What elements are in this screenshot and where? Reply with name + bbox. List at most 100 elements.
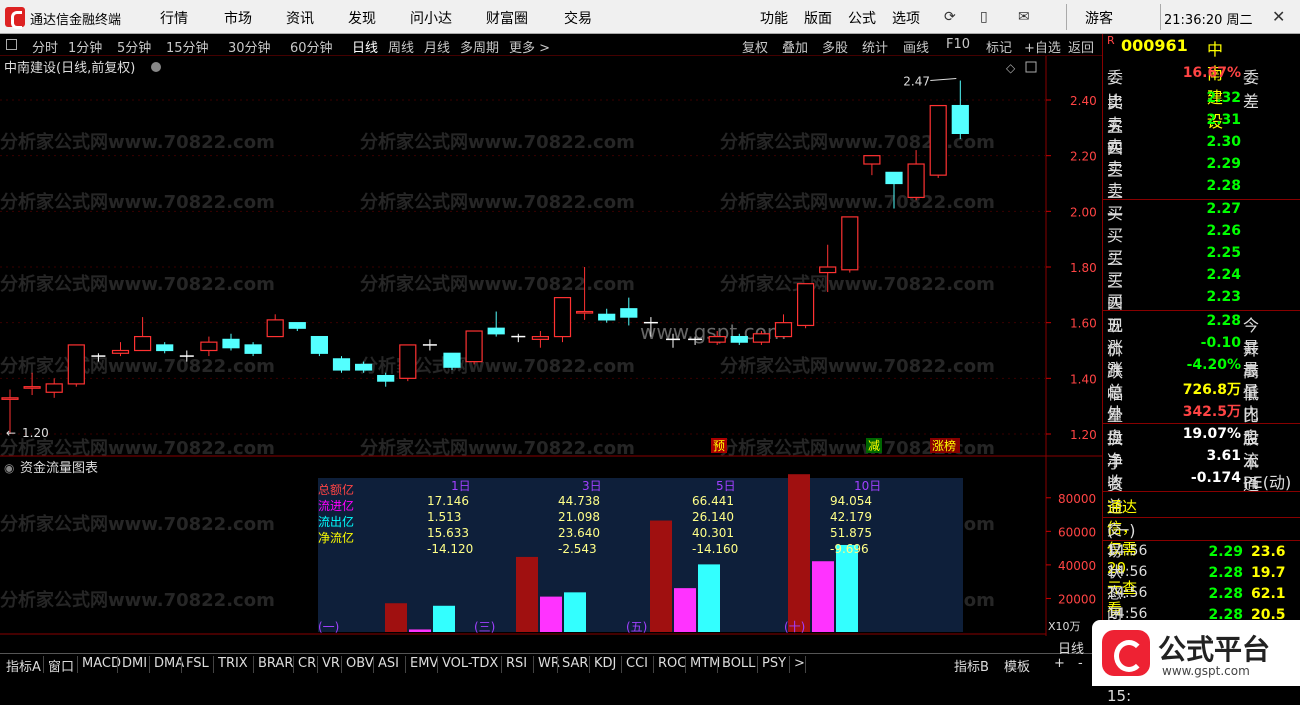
indicator-tab-13[interactable]: VOL-TDX [442,656,498,671]
fund-group-1: (三) [474,620,495,634]
menu-quotes[interactable]: 行情 [160,8,188,28]
period-toolbar: 分时 1分钟 5分钟 15分钟 30分钟 60分钟 日线 周线 月线 多周期 更多 > 复权 叠加 多股… [0,34,1102,56]
indicator-tab-0[interactable]: 指标A [6,656,41,675]
period-6[interactable]: 日线 [352,37,378,56]
period-4[interactable]: 30分钟 [228,37,271,56]
fund-bar-2-2 [698,564,720,632]
toolbar-6[interactable]: 标记 [986,37,1012,56]
fund-bar-1-1 [540,596,562,632]
indicator-tab-17[interactable]: KDJ [594,656,616,671]
indicator-tab-16[interactable]: SAR [562,656,588,671]
phone-icon[interactable]: ▯ [980,9,988,25]
watermark-1-0: 分析家公式网www.70822.com [0,191,275,213]
indicator-tab-21[interactable]: BOLL [722,656,755,671]
indicator-tab-4[interactable]: DMA [154,656,184,671]
indicator-tab-2[interactable]: MACD [82,656,121,671]
event-badge-1: 减 [868,439,880,453]
menu-market[interactable]: 市场 [224,8,252,28]
fund-row-label-0: 总额亿 [318,482,354,497]
bottom-right-0[interactable]: 指标B [954,656,989,675]
watermark-3-2: 分析家公式网www.70822.com [720,355,995,377]
tab-separator [405,656,406,673]
fund-val-2-1: 26.140 [692,510,734,524]
watermark-5-0: 分析家公式网www.70822.com [0,513,275,535]
indicator-tab-3[interactable]: DMI [122,656,147,671]
side-period-label[interactable]: 日线 [1058,638,1084,657]
indicator-tab-19[interactable]: ROC [658,656,686,671]
indicator-tab-9[interactable]: VR [322,656,340,671]
candle-body-18 [399,344,417,379]
fund-period-3: 10日 [854,479,881,493]
indicator-tab-10[interactable]: OBV [346,656,374,671]
fund-bar-3-2 [836,544,858,632]
candle-body-11 [244,344,262,354]
indicator-tab-12[interactable]: EMV [410,656,438,671]
toolbar-0[interactable]: 复权 [742,37,768,56]
divider [1103,423,1300,424]
period-7[interactable]: 周线 [388,37,414,56]
gspt-watermark-badge: 公式平台 www.gspt.com [1092,620,1300,686]
candle-body-34 [752,333,771,343]
candle-body-37 [819,266,837,274]
gspt-url: www.gspt.com [1162,664,1250,678]
period-3[interactable]: 15分钟 [166,37,209,56]
menu-formula[interactable]: 公式 [848,8,876,28]
period-0[interactable]: 分时 [32,37,58,56]
indicator-tab-11[interactable]: ASI [378,656,399,671]
close-icon[interactable]: ✕ [1272,7,1285,26]
period-5[interactable]: 60分钟 [290,37,333,56]
bottom-right-1[interactable]: 模板 [1004,656,1030,675]
fund-group-2: (五) [626,620,647,634]
fund-bar-0-2 [433,605,455,632]
toolbar-2[interactable]: 多股 [822,37,848,56]
divider [1103,199,1300,200]
indicator-tab-7[interactable]: BRAR [258,656,293,671]
menu-news[interactable]: 资讯 [286,8,314,28]
gspt-title: 公式平台 [1158,633,1271,666]
toolbar-7[interactable]: +自选 [1024,37,1061,56]
toolbar-4[interactable]: 画线 [903,37,929,56]
price-tick-label-4: 1.60 [1070,317,1097,331]
fund-bar-2-1 [674,588,696,632]
indicator-tab-14[interactable]: RSI [506,656,527,671]
maximize-icon [1025,61,1037,73]
menu-options[interactable]: 选项 [892,8,920,28]
low-label: 1.20 [22,426,49,440]
indicator-tab-6[interactable]: TRIX [218,656,248,671]
period-8[interactable]: 月线 [424,37,450,56]
candle-body-1 [23,386,41,389]
menu-discover[interactable]: 发现 [348,8,376,28]
menu-ask[interactable]: 问小达 [410,8,452,28]
menu-wealth[interactable]: 财富圈 [486,8,528,28]
mail-icon[interactable]: ✉ [1018,9,1030,25]
candle-body-3 [67,344,85,385]
period-10[interactable]: 更多 > [509,37,550,56]
menu-function[interactable]: 功能 [760,8,788,28]
period-1[interactable]: 1分钟 [68,37,102,56]
toolbar-8[interactable]: 返回 [1068,37,1094,56]
indicator-tab-23[interactable]: > [794,656,805,671]
candle-body-39 [863,155,881,165]
indicator-tab-1[interactable]: 窗口 [48,656,74,675]
period-9[interactable]: 多周期 [460,37,499,56]
toolbar-3[interactable]: 统计 [862,37,888,56]
toolbar-5[interactable]: F10 [946,37,970,52]
tab-separator [437,656,438,673]
fund-period-2: 5日 [716,479,736,493]
chart-title: 中南建设(日线,前复权) [4,60,135,76]
toolbar-1[interactable]: 叠加 [782,37,808,56]
bottom-right-2[interactable]: + [1054,656,1065,671]
indicator-tab-22[interactable]: PSY [762,656,786,671]
user-label[interactable]: 游客 [1085,8,1113,28]
indicator-tab-8[interactable]: CR [298,656,316,671]
menu-trade[interactable]: 交易 [564,8,592,28]
indicator-tab-18[interactable]: CCI [626,656,648,671]
indicator-tab-20[interactable]: MTM [690,656,720,671]
period-2[interactable]: 5分钟 [117,37,151,56]
refresh-icon[interactable]: ⟳ [944,9,956,25]
indicator-tab-5[interactable]: FSL [186,656,209,671]
bottom-right-3[interactable]: - [1078,656,1083,671]
menu-layout[interactable]: 版面 [804,8,832,28]
watermark-1-1: 分析家公式网www.70822.com [360,191,635,213]
grid-toggle-icon[interactable] [6,39,17,50]
